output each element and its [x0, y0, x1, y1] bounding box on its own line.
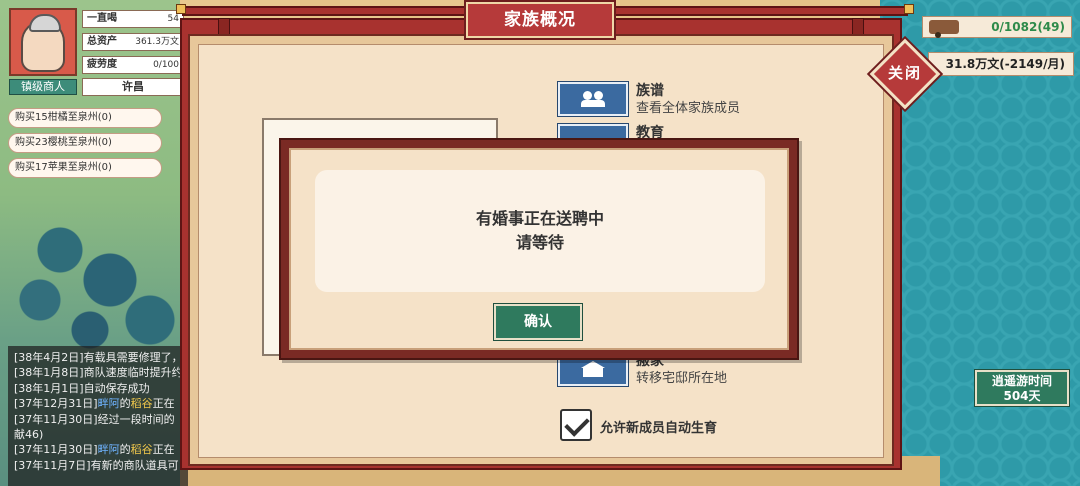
task-item[interactable]: 购买17苹果至泉州(0) [8, 158, 162, 178]
travel-days: 504天 [1003, 389, 1041, 403]
log-date: [37年12月31日] [14, 397, 98, 411]
stat-value: 0/100 [153, 60, 179, 70]
stat-row-fatigue: 疲劳度 0/100 [82, 56, 184, 74]
stat-label: 总资产 [87, 36, 117, 47]
player-avatar[interactable] [9, 8, 77, 76]
close-label[interactable]: 关闭 [880, 62, 930, 83]
event-log[interactable]: [38年4月2日]有载具需要修理了， [38年1月8日]商队速度临时提升约 [3… [8, 346, 188, 486]
stat-row-assets: 总资产 361.3万文 [82, 33, 184, 51]
log-entry: [37年11月30日]经过一段时间的 [14, 412, 175, 426]
rank-badge: 镇级商人 [9, 79, 77, 95]
stat-label: 一直喝 [87, 13, 117, 24]
modal-line-1: 有婚事正在送聘中 [475, 209, 604, 228]
cart-icon [929, 20, 959, 38]
avatar-hair [29, 14, 61, 32]
log-person: 畔阿 [97, 397, 120, 411]
stat-row-name: 一直喝 54 [82, 10, 184, 28]
log-entry: [38年4月2日]有载具需要修理了， [14, 351, 183, 364]
log-text: 的 [119, 443, 131, 457]
log-text: 正在 [152, 397, 175, 411]
travel-label: 逍遥游时间 [991, 374, 1052, 388]
confirm-button[interactable]: 确认 [494, 304, 582, 340]
log-person: 畔阿 [97, 443, 120, 457]
log-text: 的 [119, 397, 131, 411]
family-tree-icon [558, 82, 628, 116]
menu-title: 族谱 [636, 83, 664, 99]
log-entry: [37年11月30日]畔阿的稻谷正在 [14, 442, 182, 457]
log-entry: [37年11月7日]有新的商队道具可 [14, 458, 179, 472]
task-item[interactable]: 购买23樱桃至泉州(0) [8, 133, 162, 153]
stat-label: 疲劳度 [87, 59, 117, 70]
menu-desc: 转移宅邸所在地 [636, 371, 728, 386]
log-date: [37年11月30日] [14, 443, 98, 457]
stat-value: 361.3万文 [135, 37, 179, 47]
modal-message: 有婚事正在送聘中 请等待 [315, 170, 765, 292]
money-display: 31.8万文(-2149/月) [928, 52, 1074, 76]
log-item: 稻谷 [130, 443, 153, 457]
cargo-value: 0/1082(49) [991, 20, 1065, 34]
panel-corner [176, 4, 186, 14]
log-entry: 献46) [14, 428, 44, 442]
menu-desc: 查看全体家族成员 [636, 101, 741, 116]
log-entry: [37年12月31日]畔阿的稻谷正在 [14, 396, 182, 411]
task-item[interactable]: 购买15柑橘至泉州(0) [8, 108, 162, 128]
cargo-capacity: 0/1082(49) [922, 16, 1072, 38]
log-entry: [38年1月8日]商队速度临时提升约 [14, 366, 183, 380]
modal-line-2: 请等待 [515, 233, 564, 252]
auto-birth-label: 允许新成员自动生育 [600, 421, 718, 436]
current-city[interactable]: 许昌 [82, 78, 184, 96]
panel-corner [904, 4, 914, 14]
panel-title: 家族概况 [466, 2, 614, 38]
log-text: 正在 [152, 443, 175, 457]
menu-family-tree[interactable]: 族谱 查看全体家族成员 [558, 82, 740, 118]
travel-time-button[interactable]: 逍遥游时间 504天 [975, 370, 1069, 406]
auto-birth-checkbox[interactable] [560, 409, 592, 441]
log-item: 稻谷 [130, 397, 153, 411]
log-entry: [38年1月1日]自动保存成功 [14, 381, 150, 395]
